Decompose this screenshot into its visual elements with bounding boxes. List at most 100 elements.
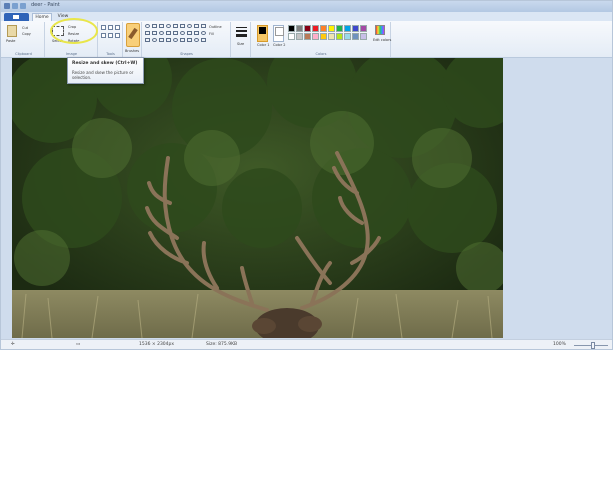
shape-option[interactable]: [187, 24, 192, 28]
palette-swatch[interactable]: [328, 33, 335, 40]
palette-swatch[interactable]: [336, 33, 343, 40]
canvas-workspace: [1, 58, 612, 339]
text-icon[interactable]: [115, 25, 120, 30]
tooltip: Resize and skew (Ctrl+W) Resize and skew…: [67, 57, 144, 84]
shape-option[interactable]: [145, 38, 150, 42]
shape-option[interactable]: [159, 38, 164, 42]
image-dimensions: 1536 × 2304px: [139, 342, 175, 347]
size-group: Size: [232, 22, 251, 57]
palette-swatch[interactable]: [328, 25, 335, 32]
tooltip-title: Resize and skew (Ctrl+W): [72, 61, 138, 66]
shape-option[interactable]: [180, 38, 185, 42]
palette-swatch[interactable]: [296, 25, 303, 32]
shape-option[interactable]: [152, 38, 157, 42]
shape-option[interactable]: [145, 24, 150, 28]
shapes-gallery[interactable]: [145, 24, 207, 46]
clipboard-group: Paste Cut Copy Clipboard: [3, 22, 45, 57]
shape-option[interactable]: [187, 31, 192, 35]
status-bar: ✛ ▭ 1536 × 2304px Size: 875.9KB 100%: [1, 339, 612, 349]
image-canvas[interactable]: [12, 58, 503, 338]
cut-button[interactable]: Cut: [22, 26, 28, 30]
palette-swatch[interactable]: [304, 25, 311, 32]
shape-option[interactable]: [166, 24, 171, 28]
shape-option[interactable]: [166, 38, 171, 42]
size-line-thick: [236, 34, 247, 37]
palette-swatch[interactable]: [344, 33, 351, 40]
window-title: deer - Paint: [31, 2, 60, 8]
copy-button[interactable]: Copy: [22, 32, 31, 36]
shapes-group-label: Shapes: [180, 52, 193, 56]
palette-swatch[interactable]: [312, 25, 319, 32]
palette-swatch[interactable]: [352, 25, 359, 32]
size-line-medium: [236, 30, 247, 32]
shape-option[interactable]: [187, 38, 192, 42]
palette-swatch[interactable]: [344, 25, 351, 32]
palette-swatch[interactable]: [320, 33, 327, 40]
position-icon: ✛: [11, 342, 15, 347]
size-button[interactable]: Size: [237, 42, 244, 46]
selection-icon: ▭: [76, 342, 81, 347]
palette-swatch[interactable]: [360, 33, 367, 40]
elk-photo: [12, 58, 503, 338]
palette-swatch[interactable]: [304, 33, 311, 40]
color2-swatch[interactable]: [273, 25, 284, 42]
palette-swatch[interactable]: [296, 33, 303, 40]
brushes-group: Brushes: [124, 22, 142, 57]
zoom-slider-thumb[interactable]: [591, 342, 595, 349]
eraser-icon[interactable]: [101, 33, 106, 38]
fill-button[interactable]: Fill: [209, 32, 214, 36]
shapes-group: Outline Fill Shapes: [143, 22, 231, 57]
shape-option[interactable]: [152, 24, 157, 28]
palette-swatch[interactable]: [320, 25, 327, 32]
title-bar: deer - Paint: [1, 1, 612, 12]
resize-highlight-circle: [50, 18, 98, 44]
undo-icon[interactable]: [12, 3, 18, 9]
shape-option[interactable]: [173, 38, 178, 42]
brush-icon[interactable]: [126, 23, 140, 47]
save-icon[interactable]: [4, 3, 10, 9]
palette-swatch[interactable]: [288, 33, 295, 40]
color-picker-icon[interactable]: [108, 33, 113, 38]
tab-home[interactable]: Home: [32, 13, 52, 21]
shape-option[interactable]: [201, 38, 206, 42]
shape-option[interactable]: [194, 38, 199, 42]
colors-group-label: Colors: [315, 52, 327, 56]
shape-option[interactable]: [180, 31, 185, 35]
fill-icon[interactable]: [108, 25, 113, 30]
palette-swatch[interactable]: [336, 25, 343, 32]
tools-group-label: Tools: [106, 52, 115, 56]
clipboard-group-label: Clipboard: [15, 52, 32, 56]
size-line-thin: [236, 27, 247, 28]
paint-window: deer - Paint Home View Paste Cut Copy Cl…: [0, 0, 613, 350]
shape-option[interactable]: [194, 24, 199, 28]
magnifier-icon[interactable]: [115, 33, 120, 38]
shape-option[interactable]: [152, 31, 157, 35]
paste-icon[interactable]: [7, 25, 17, 37]
shape-option[interactable]: [201, 31, 206, 35]
paste-button[interactable]: Paste: [6, 39, 15, 43]
edit-colors-icon[interactable]: [375, 25, 385, 35]
palette-swatch[interactable]: [360, 25, 367, 32]
colors-group: Color 1 Color 2 Edit colors Colors: [252, 22, 391, 57]
shape-option[interactable]: [173, 24, 178, 28]
brushes-button[interactable]: Brushes: [125, 49, 139, 53]
palette-swatch[interactable]: [312, 33, 319, 40]
shape-option[interactable]: [159, 24, 164, 28]
shape-option[interactable]: [194, 31, 199, 35]
shape-option[interactable]: [201, 24, 206, 28]
color1-swatch[interactable]: [257, 25, 268, 42]
palette-swatch[interactable]: [288, 25, 295, 32]
shape-option[interactable]: [180, 24, 185, 28]
palette-swatch[interactable]: [352, 33, 359, 40]
outline-button[interactable]: Outline: [209, 25, 222, 29]
shape-option[interactable]: [159, 31, 164, 35]
shape-option[interactable]: [166, 31, 171, 35]
zoom-level: 100%: [553, 342, 566, 347]
edit-colors-button[interactable]: Edit colors: [373, 38, 391, 42]
shape-option[interactable]: [145, 31, 150, 35]
paint-menu-button[interactable]: [4, 13, 29, 21]
ribbon-tabs: Home View: [1, 12, 612, 21]
redo-icon[interactable]: [20, 3, 26, 9]
pencil-icon[interactable]: [101, 25, 106, 30]
shape-option[interactable]: [173, 31, 178, 35]
